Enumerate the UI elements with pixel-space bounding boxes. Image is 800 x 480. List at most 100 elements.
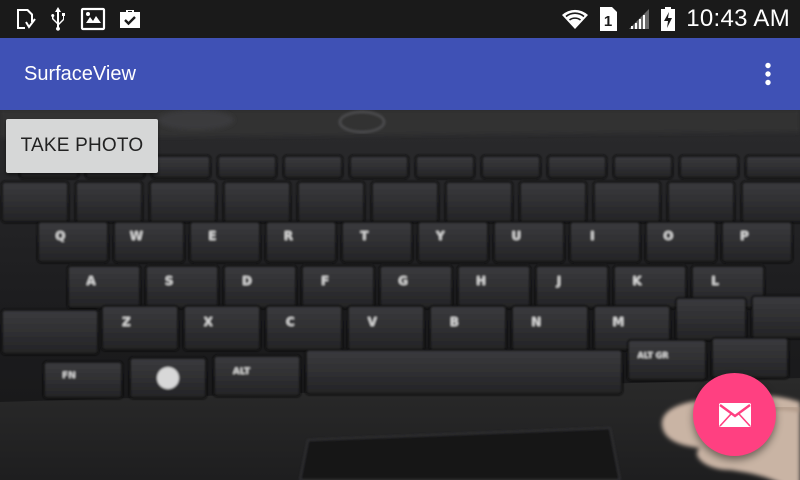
key-j-label: J (556, 274, 561, 288)
number-row-key (297, 181, 365, 223)
key-u-label: U (512, 229, 522, 243)
key-k-label: K (632, 274, 642, 288)
key-c: C (265, 305, 343, 351)
key-e: E (189, 221, 261, 263)
key-p-label: P (740, 229, 749, 243)
key-g-label: G (398, 274, 408, 288)
key-shift (1, 309, 99, 355)
key-y-label: Y (435, 229, 445, 243)
key-d-label: D (242, 274, 252, 288)
status-clock: 10:43 AM (686, 5, 790, 32)
wifi-icon (561, 7, 589, 31)
key-s: S (145, 265, 219, 309)
app-title: SurfaceView (24, 62, 136, 85)
signal-icon (627, 7, 651, 31)
status-system: 1 10:43 AM (552, 5, 790, 33)
key-f-label: F (321, 274, 329, 288)
fn-row-key (481, 155, 541, 179)
key-h-label: H (476, 274, 486, 288)
key-o-label: O (663, 229, 673, 243)
status-bar: 1 10:43 AM (0, 0, 800, 38)
take-photo-button[interactable]: TAKE PHOTO (6, 119, 158, 173)
key-u: U (493, 221, 565, 263)
key-space (305, 349, 623, 395)
key-s-label: S (165, 274, 174, 288)
key-alt-label: ALT (233, 367, 251, 377)
number-row-key (371, 181, 439, 223)
fn-row-key (415, 155, 475, 179)
fn-row-key (547, 155, 607, 179)
key-b-label: B (450, 315, 459, 329)
key-n: N (511, 305, 589, 351)
fn-row-key (745, 155, 800, 179)
key-j: J (535, 265, 609, 309)
key-a-label: A (86, 274, 96, 288)
fn-row-key (349, 155, 409, 179)
battery-charging-icon (660, 6, 676, 32)
key-v: V (347, 305, 425, 351)
sd-card-icon (14, 7, 36, 31)
key-t-label: T (360, 229, 369, 243)
number-row-key (519, 181, 587, 223)
fn-row-key (151, 155, 211, 179)
key-q: Q (37, 221, 109, 263)
key-m-label: M (612, 315, 624, 329)
sim-1-icon: 1 (598, 6, 618, 32)
fab-mail-button[interactable] (693, 373, 776, 456)
fn-row-key (217, 155, 277, 179)
key-x: X (183, 305, 261, 351)
key-alt: ALT (213, 355, 301, 397)
key-o: O (645, 221, 717, 263)
key-fn-label: FN (62, 371, 76, 381)
fn-row-key (679, 155, 739, 179)
key-i: I (569, 221, 641, 263)
number-row-key (223, 181, 291, 223)
key-fn: FN (43, 361, 123, 399)
key-b: B (429, 305, 507, 351)
key-h: H (457, 265, 531, 309)
key-r: R (265, 221, 337, 263)
number-row-key (741, 181, 800, 223)
number-row-key (1, 181, 69, 223)
status-notifications (14, 6, 154, 32)
more-vert-icon (765, 62, 771, 86)
key-t: T (341, 221, 413, 263)
fn-row-key (283, 155, 343, 179)
key-period (751, 295, 800, 339)
key-d: D (223, 265, 297, 309)
key-l-label: L (711, 274, 719, 288)
key-p: P (721, 221, 793, 263)
overflow-menu-button[interactable] (758, 54, 778, 94)
key-r-label: R (284, 229, 293, 243)
app-bar: SurfaceView (0, 38, 800, 110)
key-e-label: E (208, 229, 216, 243)
key-g: G (379, 265, 453, 309)
number-row-key (445, 181, 513, 223)
key-alt-gr-label: ALT GR (637, 351, 668, 360)
key-y: Y (417, 221, 489, 263)
key-z: Z (101, 305, 179, 351)
number-row-key (75, 181, 143, 223)
key-i-label: I (590, 229, 594, 243)
sim-slot-number: 1 (604, 13, 612, 30)
key-x-label: X (204, 315, 214, 329)
key-w: W (113, 221, 185, 263)
key-c-label: C (286, 315, 295, 329)
briefcase-check-icon (118, 7, 142, 31)
key-z-label: Z (122, 315, 131, 329)
key-q-label: Q (55, 229, 65, 243)
usb-icon (48, 6, 68, 32)
mail-icon (718, 402, 751, 427)
key-f: F (301, 265, 375, 309)
key-a: A (67, 265, 141, 309)
key-alt-gr: ALT GR (627, 339, 707, 381)
key-menu (711, 337, 789, 379)
number-row-key (593, 181, 661, 223)
key-n-label: N (531, 315, 541, 329)
number-row-key (667, 181, 735, 223)
fn-row-key (613, 155, 673, 179)
image-gallery-icon (80, 7, 106, 31)
key-v-label: V (368, 315, 378, 329)
windows-logo-icon (157, 367, 179, 389)
number-row-key (149, 181, 217, 223)
